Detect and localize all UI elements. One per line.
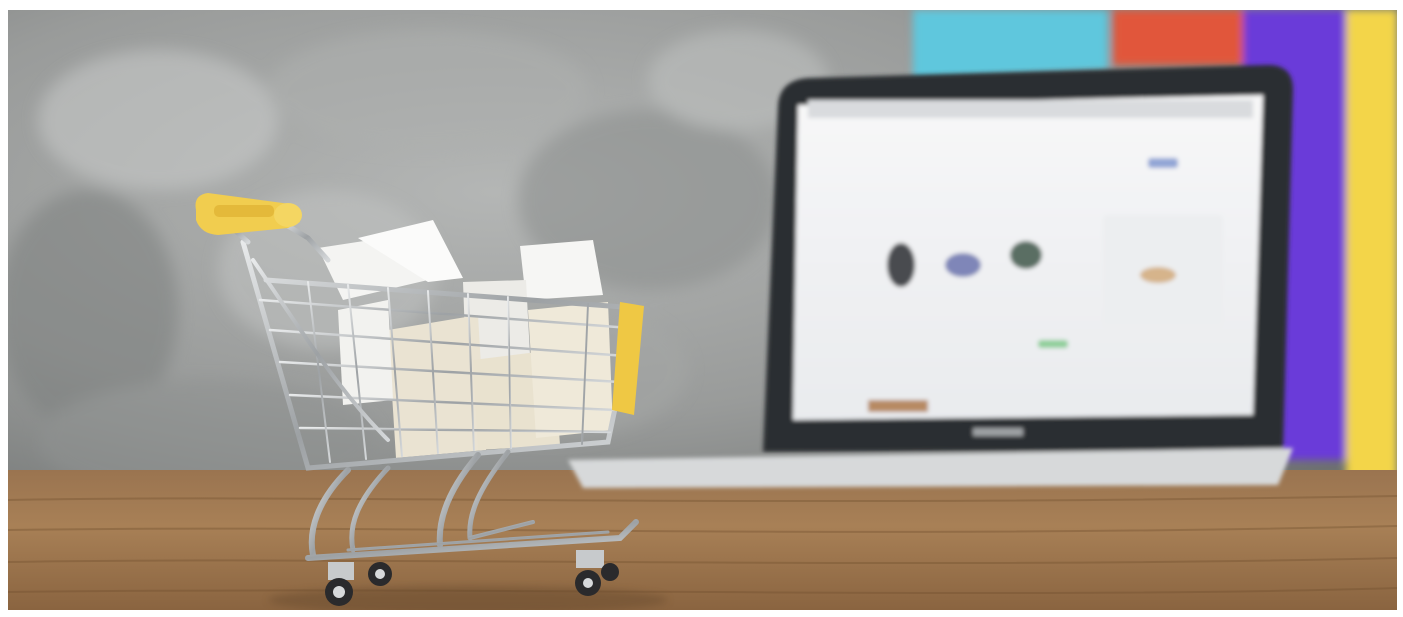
product-photo xyxy=(8,10,1397,610)
product-thumb xyxy=(945,253,981,277)
product-thumb xyxy=(887,243,915,287)
photo-frame xyxy=(8,10,1397,610)
product-thumb xyxy=(1010,241,1042,269)
wooden-table xyxy=(8,470,1397,610)
